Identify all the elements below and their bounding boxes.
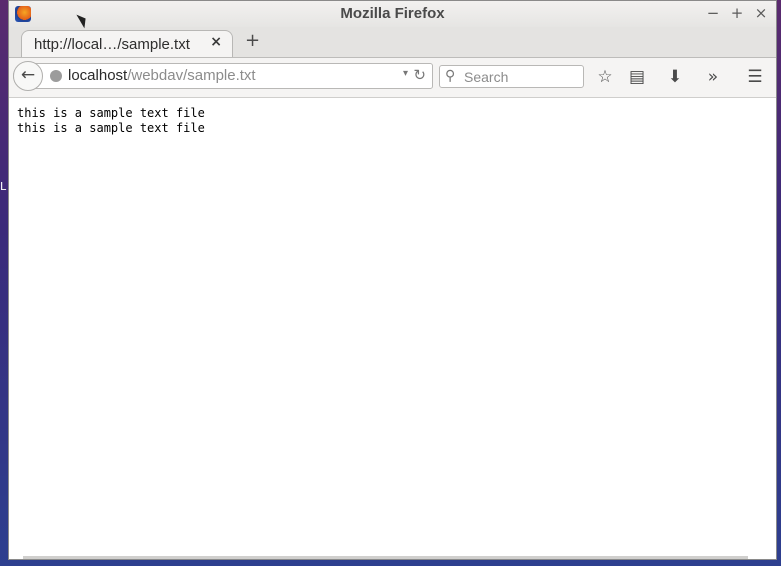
bookmark-star-icon[interactable]: ☆	[594, 66, 616, 88]
reading-list-icon[interactable]: ▤	[626, 66, 648, 88]
hamburger-menu-icon[interactable]: ☰	[744, 66, 766, 88]
url-bar[interactable]: ← localhost/webdav/sample.txt ▾ ↻	[13, 61, 433, 91]
download-icon[interactable]: ⬇	[664, 66, 686, 88]
site-identity-icon[interactable]	[50, 70, 62, 82]
page-content: this is a sample text file this is a sam…	[9, 98, 776, 559]
navigation-toolbar: ← localhost/webdav/sample.txt ▾ ↻ ⚲ ☆ ▤ …	[9, 58, 776, 98]
url-host: localhost	[68, 67, 128, 84]
text-line: this is a sample text file	[17, 106, 205, 120]
search-bar[interactable]: ⚲	[439, 65, 584, 88]
window-controls: − + ×	[704, 3, 770, 23]
desktop-edge-text: L	[0, 180, 7, 193]
search-input[interactable]	[464, 67, 579, 86]
close-button[interactable]: ×	[752, 3, 770, 23]
new-tab-button[interactable]: +	[245, 30, 260, 51]
maximize-button[interactable]: +	[728, 3, 746, 23]
overflow-chevron-icon[interactable]: »	[702, 66, 724, 88]
tab-close-icon[interactable]: ×	[210, 34, 222, 50]
back-button[interactable]: ←	[13, 61, 43, 91]
window-title: Mozilla Firefox	[340, 5, 445, 22]
url-text[interactable]: localhost/webdav/sample.txt	[68, 67, 256, 84]
tab-title: http://local…/sample.txt	[34, 36, 190, 53]
tab-strip: http://local…/sample.txt × +	[9, 27, 776, 58]
text-line: this is a sample text file	[17, 121, 205, 135]
title-bar[interactable]: Mozilla Firefox − + ×	[9, 1, 776, 28]
firefox-window: Mozilla Firefox − + × http://local…/samp…	[8, 0, 777, 560]
minimize-button[interactable]: −	[704, 3, 722, 23]
tab-sample-txt[interactable]: http://local…/sample.txt ×	[21, 30, 233, 57]
history-dropdown-icon[interactable]: ▾	[403, 68, 408, 79]
search-icon[interactable]: ⚲	[445, 68, 455, 84]
url-path: /webdav/sample.txt	[127, 67, 256, 84]
window-bottom-edge	[23, 556, 748, 559]
reload-icon[interactable]: ↻	[413, 66, 426, 84]
